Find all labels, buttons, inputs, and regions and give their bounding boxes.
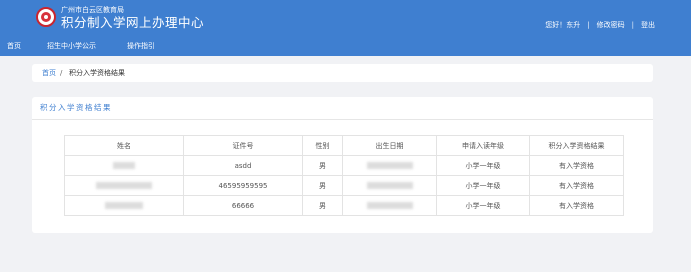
cell-birth-date-redacted: [342, 175, 437, 196]
cell-birth-date-redacted: [342, 155, 437, 176]
top-header: 广州市白云区教育局 积分制入学网上办理中心 您好！东升 | 修改密码 | 登出 首页 招…: [0, 0, 691, 56]
breadcrumb-separator: /: [60, 69, 63, 77]
column-header-grade: 申请入读年级: [436, 135, 530, 156]
user-greeting: 您好！东升: [545, 21, 581, 29]
cell-result: 有入学资格: [529, 155, 624, 176]
cell-grade: 小学一年级: [436, 155, 530, 176]
system-title: 积分制入学网上办理中心: [61, 15, 205, 30]
cell-id-number: 66666: [183, 195, 303, 216]
nav-item-school-announcement[interactable]: 招生中小学公示: [47, 39, 96, 53]
cell-gender: 男: [302, 155, 343, 176]
panel-title: 积分入学资格结果: [40, 103, 112, 112]
cell-result: 有入学资格: [529, 195, 624, 216]
column-header-gender: 性别: [302, 135, 343, 156]
nav-item-home[interactable]: 首页: [7, 39, 21, 53]
change-password-link[interactable]: 修改密码: [597, 21, 625, 29]
table-row: 46595959595 男 小学一年级 有入学资格: [64, 175, 624, 196]
breadcrumb: 首页 / 积分入学资格结果: [32, 64, 653, 82]
org-name: 广州市白云区教育局: [61, 6, 124, 14]
cell-grade: 小学一年级: [436, 175, 530, 196]
column-header-name: 姓名: [64, 135, 184, 156]
separator: |: [587, 21, 590, 29]
logout-link[interactable]: 登出: [641, 21, 655, 29]
column-header-birth-date: 出生日期: [342, 135, 437, 156]
user-bar: 您好！东升 | 修改密码 | 登出: [545, 21, 655, 29]
cell-name-redacted: [64, 155, 184, 176]
cell-birth-date-redacted: [342, 195, 437, 216]
education-bureau-logo-icon: [36, 7, 56, 27]
cell-id-number: 46595959595: [183, 175, 303, 196]
column-header-result: 积分入学资格结果: [529, 135, 624, 156]
results-table: 姓名 证件号 性别 出生日期 申请入读年级 积分入学资格结果 asdd 男 小学…: [64, 135, 624, 216]
table-header-row: 姓名 证件号 性别 出生日期 申请入读年级 积分入学资格结果: [64, 135, 624, 156]
breadcrumb-home-link[interactable]: 首页: [42, 64, 56, 82]
cell-id-number: asdd: [183, 155, 303, 176]
separator: |: [631, 21, 634, 29]
cell-grade: 小学一年级: [436, 195, 530, 216]
breadcrumb-current: 积分入学资格结果: [69, 69, 125, 77]
results-panel: 积分入学资格结果 姓名 证件号 性别 出生日期 申请入读年级 积分入学资格结果 …: [32, 97, 653, 233]
nav-item-guide[interactable]: 操作指引: [127, 39, 155, 53]
table-row: 66666 男 小学一年级 有入学资格: [64, 195, 624, 216]
cell-name-redacted: [64, 175, 184, 196]
cell-gender: 男: [302, 195, 343, 216]
cell-name-redacted: [64, 195, 184, 216]
panel-divider: [32, 119, 653, 120]
cell-gender: 男: [302, 175, 343, 196]
cell-result: 有入学资格: [529, 175, 624, 196]
table-row: asdd 男 小学一年级 有入学资格: [64, 155, 624, 176]
column-header-id-number: 证件号: [183, 135, 303, 156]
